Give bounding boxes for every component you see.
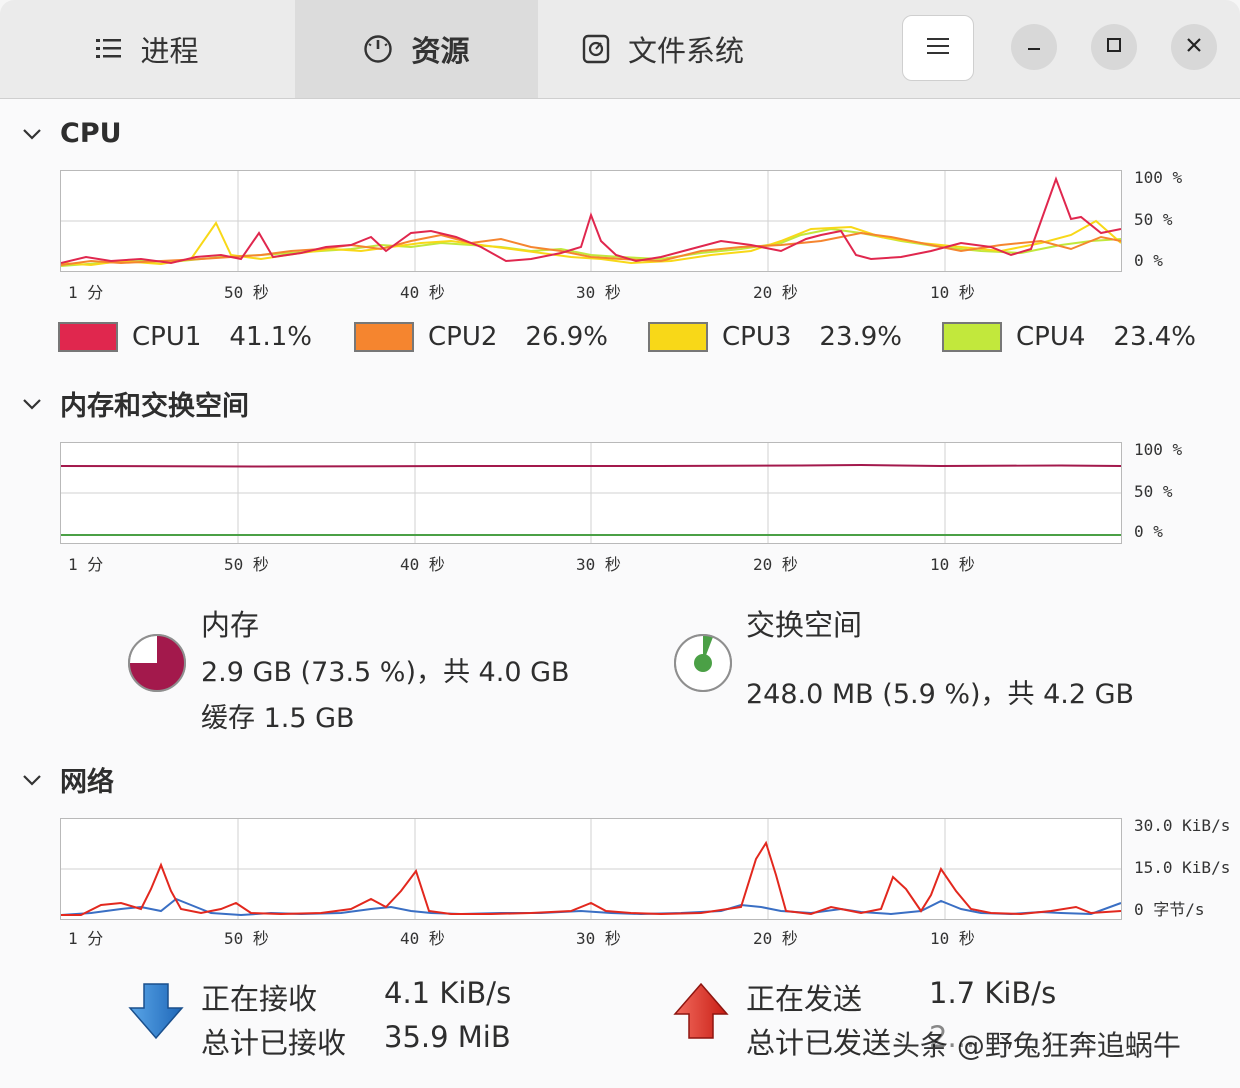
memory-x-label: 1 分 [68, 555, 104, 574]
memory-chart-svg [60, 443, 1122, 543]
close-icon [1186, 37, 1202, 57]
cpu-x-label: 1 分 [68, 283, 104, 302]
network-history-chart [60, 818, 1122, 920]
cpu2-value: 26.9% [525, 322, 609, 352]
memory-y-label: 50 % [1134, 482, 1173, 501]
cpu4-legend[interactable]: CPU4 23.4% [942, 322, 1196, 352]
tab-label: 资源 [411, 34, 470, 68]
total-sent-label: 总计已发送 [746, 1026, 892, 1060]
header-bar: 进程 资源 文件系统 [0, 0, 1240, 99]
tab-resources[interactable]: 资源 [295, 0, 538, 98]
menu-icon [927, 37, 949, 59]
gauge-icon [363, 34, 393, 64]
cpu2-name: CPU2 [428, 322, 498, 352]
memory-section-header[interactable]: 内存和交换空间 [22, 384, 249, 423]
cpu3-color-swatch[interactable] [648, 322, 708, 352]
receiving-value: 4.1 KiB/s [384, 976, 512, 1010]
cpu-chart-svg [60, 171, 1122, 271]
cpu-y-label: 50 % [1134, 210, 1173, 229]
network-x-label: 10 秒 [930, 929, 975, 948]
total-received-label: 总计已接收 [201, 1026, 347, 1060]
chevron-down-icon [22, 773, 42, 787]
cpu1-color-swatch[interactable] [58, 322, 118, 352]
cpu2-color-swatch[interactable] [354, 322, 414, 352]
disk-icon [582, 34, 610, 64]
network-section-title: 网络 [60, 767, 114, 798]
tab-processes[interactable]: 进程 [0, 0, 295, 98]
system-monitor-window: 进程 资源 文件系统 CPU 100 % 50 % 0 % 1 分 50 秒 4… [0, 0, 1240, 1088]
swap-usage-text: 248.0 MB (5.9 %)，共 4.2 GB [746, 679, 1135, 710]
download-arrow-icon[interactable] [126, 980, 186, 1046]
sending-value: 1.7 KiB/s [929, 976, 1057, 1010]
cpu-section-title: CPU [60, 118, 122, 149]
network-y-label: 15.0 KiB/s [1134, 858, 1231, 877]
chevron-down-icon [22, 397, 42, 411]
cpu4-name: CPU4 [1016, 322, 1086, 352]
cpu-y-label: 100 % [1134, 168, 1183, 187]
cpu-x-label: 10 秒 [930, 283, 975, 302]
memory-history-chart [60, 442, 1122, 544]
memory-x-label: 40 秒 [400, 555, 445, 574]
network-x-label: 20 秒 [753, 929, 798, 948]
cpu-y-label: 0 % [1134, 251, 1163, 270]
upload-arrow-icon[interactable] [671, 980, 731, 1046]
cpu-history-chart [60, 170, 1122, 272]
maximize-icon [1106, 37, 1122, 57]
sending-label: 正在发送 [746, 982, 863, 1016]
cpu2-legend[interactable]: CPU2 26.9% [354, 322, 608, 352]
memory-usage-line [60, 463, 1122, 468]
close-button[interactable] [1171, 24, 1217, 70]
cpu-x-label: 20 秒 [753, 283, 798, 302]
minimize-icon [1026, 37, 1042, 57]
cpu-section-header[interactable]: CPU [22, 118, 122, 149]
memory-section-title: 内存和交换空间 [60, 391, 249, 422]
network-x-label: 30 秒 [576, 929, 621, 948]
cpu3-value: 23.9% [819, 322, 903, 352]
cpu4-color-swatch[interactable] [942, 322, 1002, 352]
memory-cache-text: 缓存 1.5 GB [201, 703, 355, 734]
cpu1-name: CPU1 [132, 322, 202, 352]
tab-label: 进程 [140, 34, 199, 68]
cpu-x-label: 30 秒 [576, 283, 621, 302]
memory-x-label: 30 秒 [576, 555, 621, 574]
chevron-down-icon [22, 127, 42, 141]
minimize-button[interactable] [1011, 24, 1057, 70]
receiving-label: 正在接收 [201, 982, 318, 1016]
swap-label: 交换空间 [746, 608, 863, 642]
memory-y-label: 100 % [1134, 440, 1183, 459]
cpu1-value: 41.1% [229, 322, 313, 352]
network-x-label: 40 秒 [400, 929, 445, 948]
main-menu-button[interactable] [902, 15, 974, 81]
list-icon [96, 38, 122, 60]
memory-y-label: 0 % [1134, 522, 1163, 541]
network-x-label: 50 秒 [224, 929, 269, 948]
memory-x-label: 20 秒 [753, 555, 798, 574]
cpu-x-label: 50 秒 [224, 283, 269, 302]
tab-label: 文件系统 [627, 34, 744, 68]
memory-x-label: 50 秒 [224, 555, 269, 574]
memory-pie-chart[interactable] [126, 632, 188, 698]
cpu3-name: CPU3 [722, 322, 792, 352]
memory-x-label: 10 秒 [930, 555, 975, 574]
cpu3-legend[interactable]: CPU3 23.9% [648, 322, 902, 352]
swap-pie-chart[interactable] [672, 632, 734, 698]
cpu1-legend[interactable]: CPU1 41.1% [58, 322, 312, 352]
maximize-button[interactable] [1091, 24, 1137, 70]
cpu-x-label: 40 秒 [400, 283, 445, 302]
network-chart-svg [60, 819, 1122, 919]
cpu4-value: 23.4% [1113, 322, 1197, 352]
tab-filesystems[interactable]: 文件系统 [538, 0, 788, 98]
memory-label: 内存 [201, 608, 260, 642]
memory-usage-text: 2.9 GB (73.5 %)，共 4.0 GB [201, 657, 570, 688]
watermark: 头条 @野兔狂奔追蜗牛 [892, 1029, 1181, 1062]
network-y-label: 30.0 KiB/s [1134, 816, 1231, 835]
network-section-header[interactable]: 网络 [22, 760, 114, 799]
total-received-value: 35.9 MiB [384, 1020, 511, 1054]
network-x-label: 1 分 [68, 929, 104, 948]
network-y-label: 0 字节/s [1134, 900, 1205, 919]
